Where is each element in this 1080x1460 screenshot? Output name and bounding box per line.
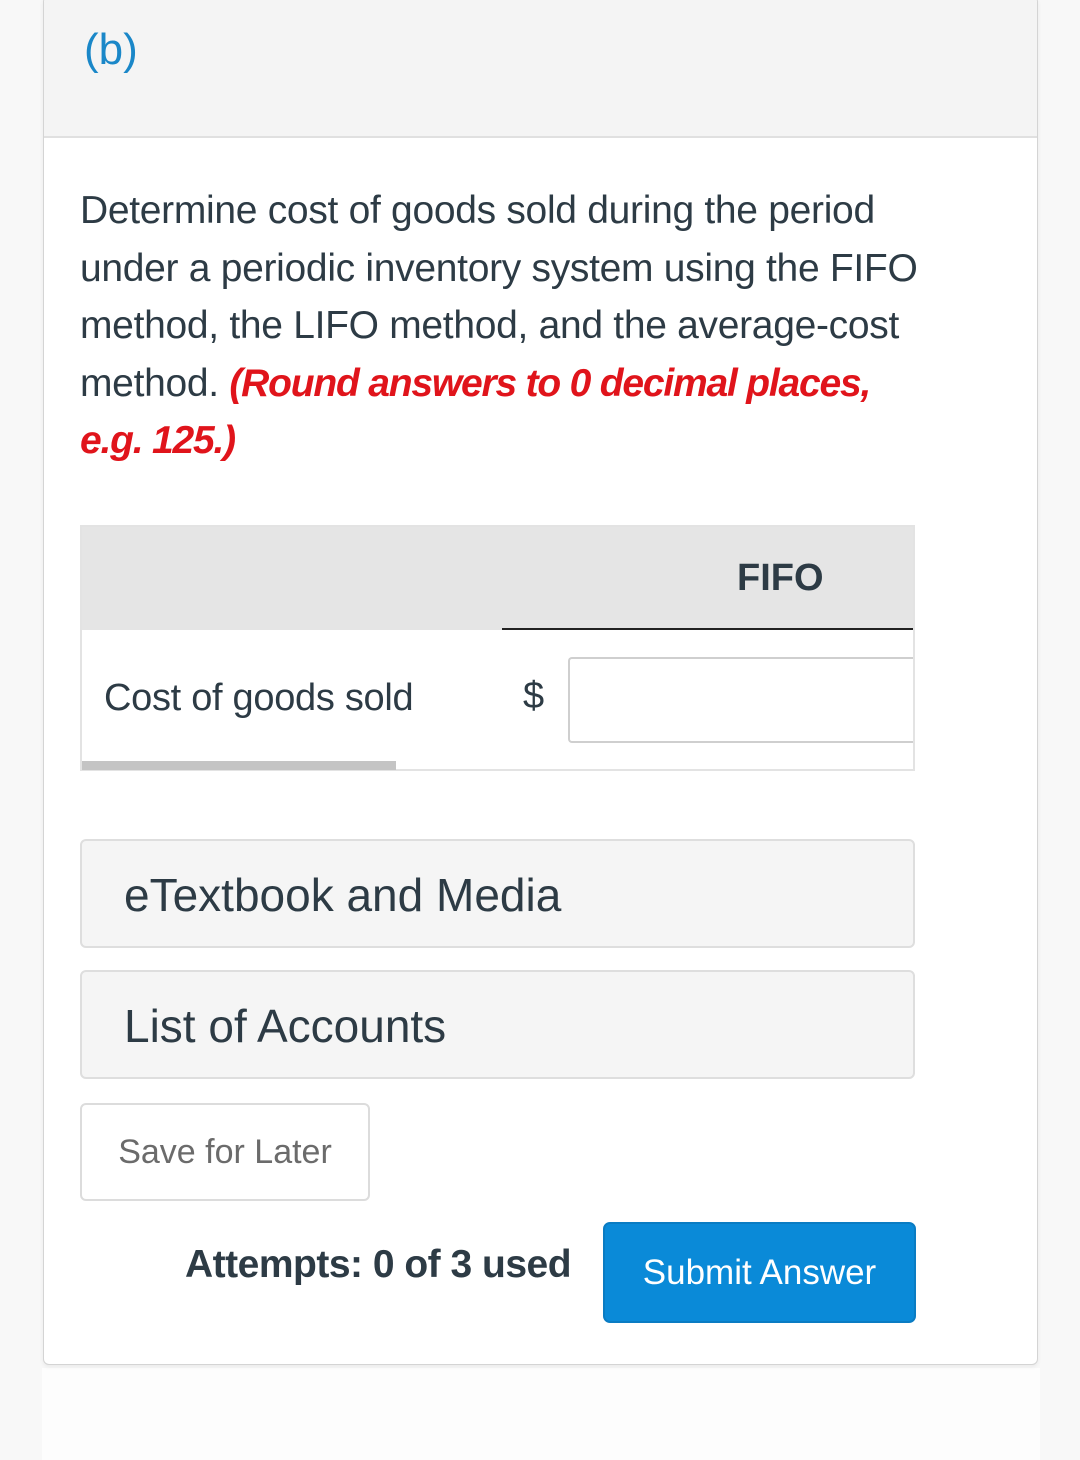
column-header-fifo: FIFO — [737, 557, 824, 599]
header-underline — [502, 628, 913, 630]
card-header: (b) — [44, 0, 1037, 138]
fifo-cost-of-goods-sold-input[interactable] — [568, 657, 913, 743]
currency-symbol: $ — [523, 675, 545, 717]
attempts-counter: Attempts: 0 of 3 used — [185, 1243, 572, 1286]
horizontal-scrollbar[interactable] — [82, 761, 396, 770]
question-text: Determine cost of goods sold during the … — [80, 182, 930, 470]
answer-table: FIFO Cost of goods sold $ — [80, 525, 915, 771]
table-header: FIFO — [82, 527, 913, 630]
save-for-later-button[interactable]: Save for Later — [80, 1103, 370, 1201]
row-label-cost-of-goods-sold: Cost of goods sold — [104, 677, 414, 719]
submit-answer-button[interactable]: Submit Answer — [603, 1222, 916, 1323]
page-background — [42, 1368, 1040, 1460]
list-of-accounts-label: List of Accounts — [124, 1000, 447, 1052]
etextbook-label: eTextbook and Media — [124, 869, 562, 921]
part-label: (b) — [84, 25, 138, 74]
etextbook-and-media-button[interactable]: eTextbook and Media — [80, 839, 915, 948]
list-of-accounts-button[interactable]: List of Accounts — [80, 970, 915, 1079]
